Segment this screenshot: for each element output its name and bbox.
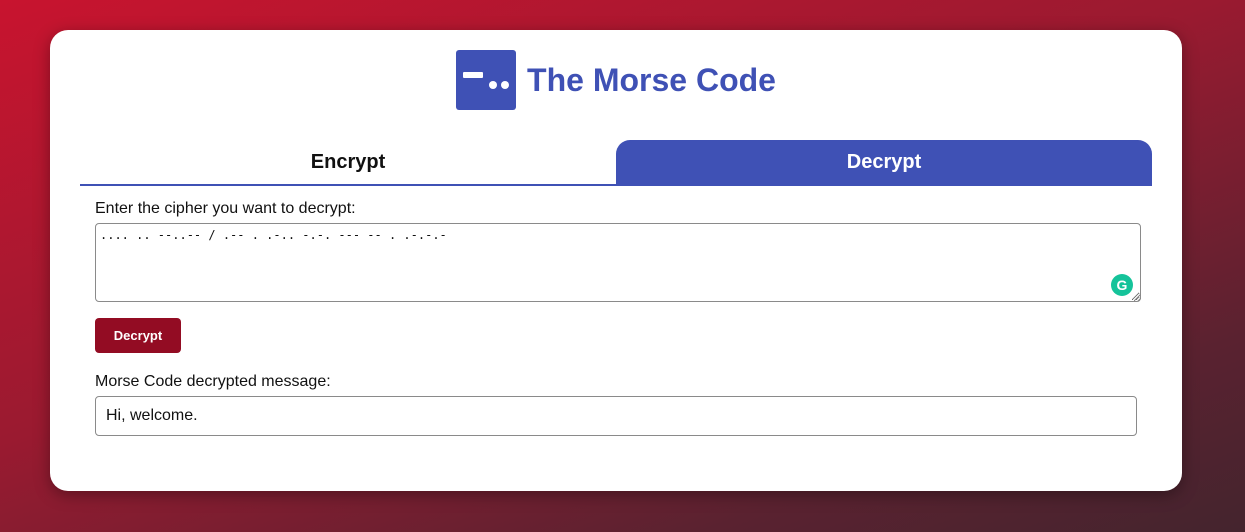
- tab-encrypt[interactable]: Encrypt: [80, 140, 616, 184]
- textarea-resize-handle[interactable]: [1134, 294, 1141, 301]
- morse-logo-icon: [456, 50, 517, 110]
- grammarly-icon[interactable]: G: [1111, 274, 1133, 296]
- result-label: Morse Code decrypted message:: [95, 373, 331, 390]
- cipher-input[interactable]: .... .. --..-- / .-- . .-.. -.-. --- -- …: [95, 223, 1141, 302]
- logo-dot: [489, 81, 498, 89]
- decrypt-button[interactable]: Decrypt: [95, 318, 181, 353]
- cipher-label: Enter the cipher you want to decrypt:: [95, 200, 356, 217]
- main-card: The Morse Code Encrypt Decrypt Enter the…: [50, 30, 1182, 491]
- logo-dot: [501, 81, 510, 89]
- tab-bar: Encrypt Decrypt: [80, 140, 1152, 186]
- logo-dash: [463, 72, 484, 78]
- page-title: The Morse Code: [527, 61, 776, 98]
- tab-decrypt[interactable]: Decrypt: [616, 140, 1152, 184]
- header: The Morse Code: [50, 50, 1182, 110]
- decrypted-message-field[interactable]: [95, 396, 1137, 436]
